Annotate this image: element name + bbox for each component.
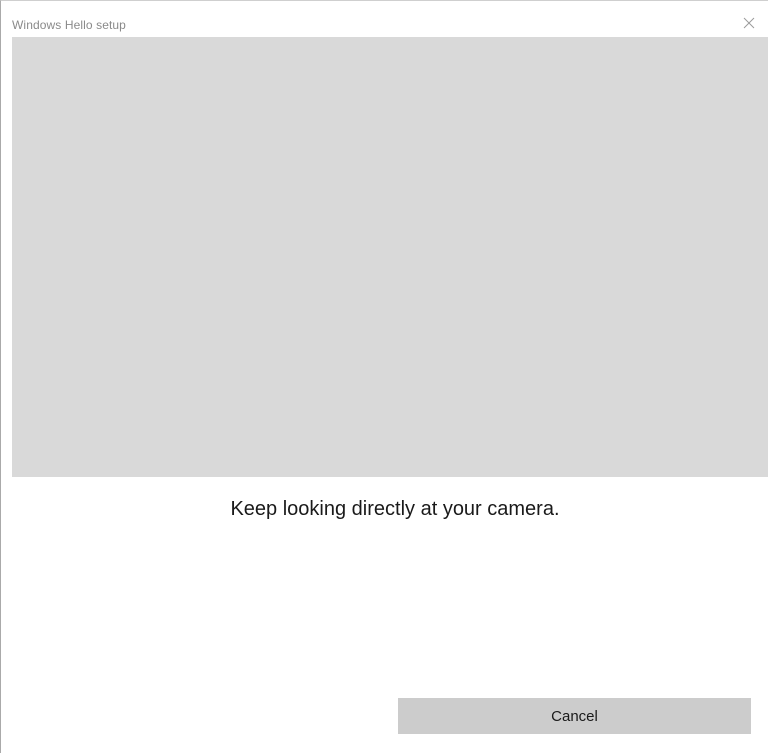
instruction-text: Keep looking directly at your camera. [230,498,560,520]
cancel-button[interactable]: Cancel [398,698,751,734]
close-icon [743,17,755,29]
camera-preview [12,37,768,477]
close-button[interactable] [730,9,768,37]
window-title: Windows Hello setup [12,18,126,32]
windows-hello-setup-window: Windows Hello setup Keep looking directl… [0,0,768,753]
title-bar: Windows Hello setup [1,1,768,37]
